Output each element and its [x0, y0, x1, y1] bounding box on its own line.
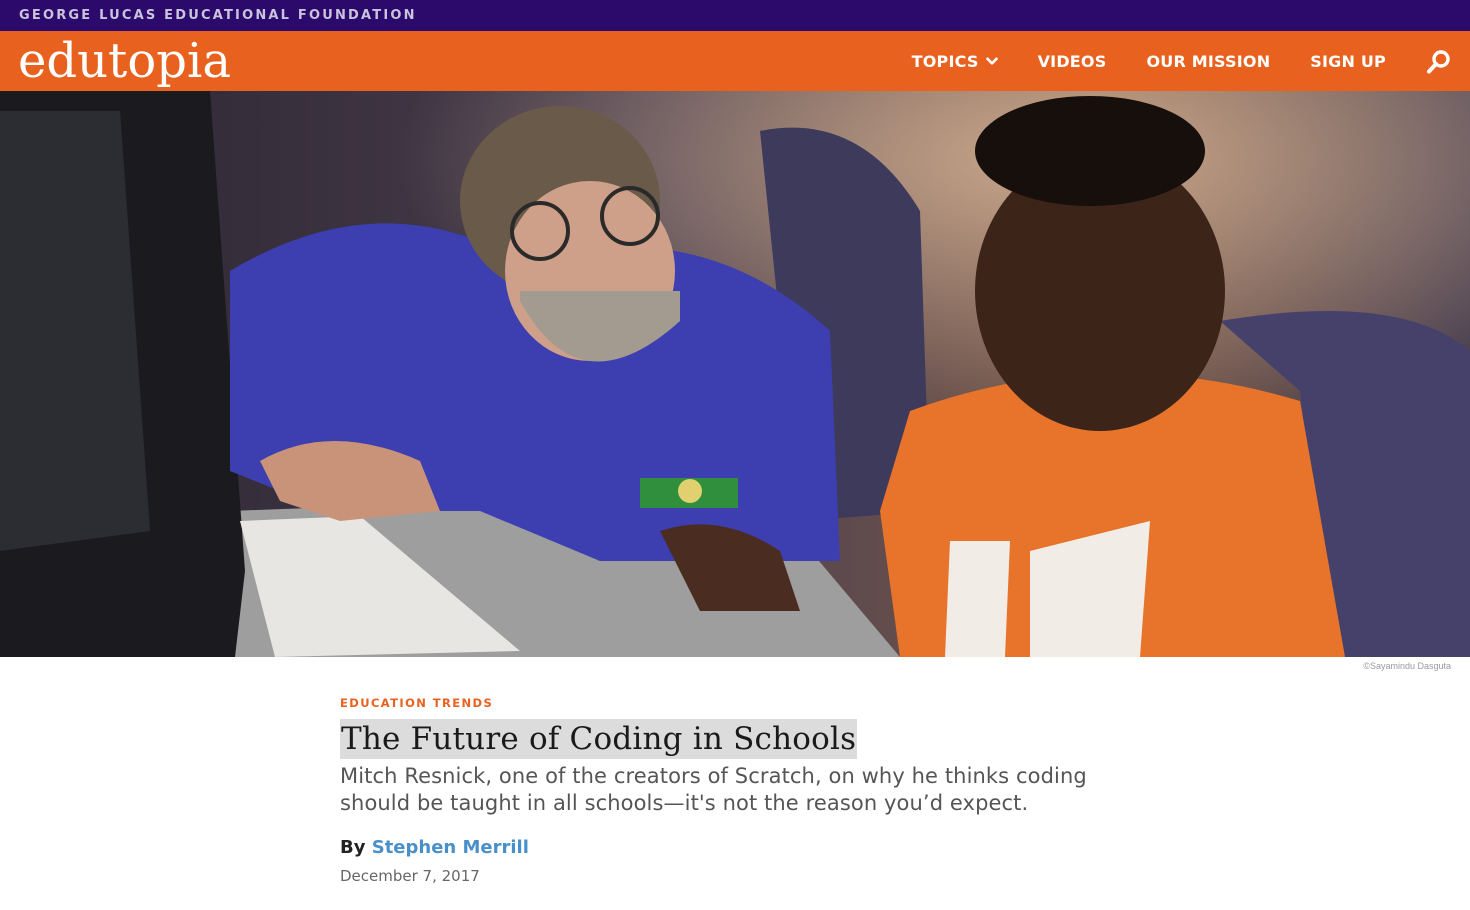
article-header: EDUCATION TRENDS The Future of Coding in… [340, 694, 1140, 885]
search-icon[interactable] [1426, 49, 1452, 75]
byline: By Stephen Merrill [340, 837, 1140, 858]
author-link[interactable]: Stephen Merrill [372, 837, 529, 858]
hero-image [0, 91, 1470, 657]
dek-line-1: Mitch Resnick, one of the creators of Sc… [340, 764, 1087, 788]
article-dek: Mitch Resnick, one of the creators of Sc… [340, 763, 1130, 817]
nav-topics[interactable]: TOPICS [912, 52, 998, 71]
foundation-link[interactable]: GEORGE LUCAS EDUCATIONAL FOUNDATION [19, 8, 417, 23]
chevron-down-icon [985, 57, 998, 66]
nav-videos[interactable]: VIDEOS [1038, 52, 1107, 71]
main-navbar: edutopia TOPICS VIDEOS OUR MISSION SIGN … [0, 31, 1470, 91]
dek-line-2: should be taught in all schools—it's not… [340, 791, 1029, 815]
hero-photo [0, 91, 1470, 657]
edutopia-logo[interactable]: edutopia [18, 31, 231, 91]
foundation-bar: GEORGE LUCAS EDUCATIONAL FOUNDATION [0, 0, 1470, 31]
nav-our-mission[interactable]: OUR MISSION [1146, 52, 1270, 71]
nav-sign-up[interactable]: SIGN UP [1310, 52, 1386, 71]
nav-topics-label: TOPICS [911, 51, 979, 71]
category-link[interactable]: EDUCATION TRENDS [340, 696, 493, 710]
article-title: The Future of Coding in Schools [340, 719, 858, 759]
publish-date: December 7, 2017 [340, 867, 480, 885]
by-label: By [340, 837, 366, 858]
main-nav: TOPICS VIDEOS OUR MISSION SIGN UP [912, 31, 1386, 91]
photo-credit: ©Sayamindu Dasguta [1363, 661, 1451, 671]
